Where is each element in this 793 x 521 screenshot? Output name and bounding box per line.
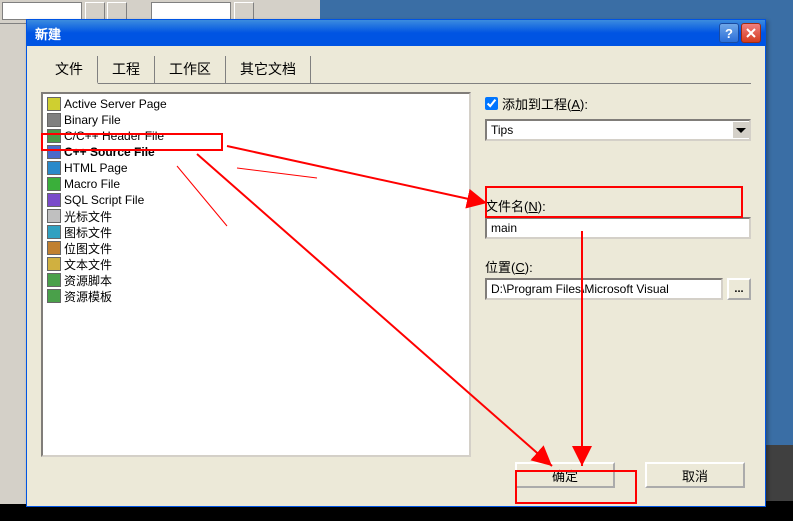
list-item[interactable]: HTML Page <box>45 160 467 176</box>
list-item[interactable]: 资源模板 <box>45 288 467 304</box>
file-icon <box>47 257 61 271</box>
add-to-project-label: 添加到工程(A): <box>502 94 588 113</box>
file-icon <box>47 97 61 111</box>
file-icon <box>47 273 61 287</box>
list-item-label: C++ Source File <box>64 145 155 159</box>
file-icon <box>47 161 61 175</box>
tab-file[interactable]: 文件 <box>41 56 98 84</box>
cancel-button[interactable]: 取消 <box>645 462 745 488</box>
tab-bar: 文件 工程 工作区 其它文档 <box>41 56 751 84</box>
add-to-project-input[interactable] <box>485 97 498 110</box>
list-item[interactable]: SQL Script File <box>45 192 467 208</box>
list-item[interactable]: C++ Source File <box>45 144 467 160</box>
titlebar: 新建 ? <box>27 20 765 46</box>
location-label: 位置(C): <box>485 257 751 276</box>
ok-button[interactable]: 确定 <box>515 462 615 488</box>
close-button[interactable] <box>741 23 761 43</box>
file-icon <box>47 113 61 127</box>
list-item-label: 资源模板 <box>64 288 112 305</box>
dialog-title: 新建 <box>31 24 717 43</box>
list-item[interactable]: Binary File <box>45 112 467 128</box>
list-item-label: C/C++ Header File <box>64 129 164 143</box>
list-item[interactable]: 文本文件 <box>45 256 467 272</box>
list-item[interactable]: 图标文件 <box>45 224 467 240</box>
list-item[interactable]: Macro File <box>45 176 467 192</box>
list-item-label: 光标文件 <box>64 208 112 225</box>
file-icon <box>47 177 61 191</box>
file-icon <box>47 145 61 159</box>
file-icon <box>47 129 61 143</box>
file-icon <box>47 193 61 207</box>
list-item[interactable]: 位图文件 <box>45 240 467 256</box>
list-item-label: Macro File <box>64 177 120 191</box>
add-to-project-checkbox[interactable]: 添加到工程(A): <box>485 94 751 113</box>
project-combo[interactable]: Tips <box>485 119 751 141</box>
close-icon <box>746 28 756 38</box>
list-item-label: 位图文件 <box>64 240 112 257</box>
file-icon <box>47 209 61 223</box>
new-dialog: 新建 ? 文件 工程 工作区 其它文档 Active Server Page Bi… <box>26 19 766 507</box>
list-item[interactable]: 光标文件 <box>45 208 467 224</box>
list-item-label: Active Server Page <box>64 97 167 111</box>
list-item-label: 图标文件 <box>64 224 112 241</box>
list-item-label: HTML Page <box>64 161 128 175</box>
filename-input[interactable] <box>485 217 751 239</box>
location-input[interactable] <box>485 278 723 300</box>
file-icon <box>47 225 61 239</box>
list-item-label: 资源脚本 <box>64 272 112 289</box>
file-icon <box>47 241 61 255</box>
list-item-label: SQL Script File <box>64 193 144 207</box>
tab-workspace[interactable]: 工作区 <box>155 56 226 83</box>
file-icon <box>47 289 61 303</box>
list-item[interactable]: Active Server Page <box>45 96 467 112</box>
list-item[interactable]: C/C++ Header File <box>45 128 467 144</box>
browse-button[interactable]: ... <box>727 278 751 300</box>
help-button[interactable]: ? <box>719 23 739 43</box>
file-type-list[interactable]: Active Server Page Binary File C/C++ Heade… <box>41 92 471 457</box>
list-item-label: Binary File <box>64 113 121 127</box>
tab-otherdoc[interactable]: 其它文档 <box>226 56 311 83</box>
tab-project[interactable]: 工程 <box>98 56 155 83</box>
filename-label: 文件名(N): <box>485 196 751 215</box>
list-item-label: 文本文件 <box>64 256 112 273</box>
list-item[interactable]: 资源脚本 <box>45 272 467 288</box>
